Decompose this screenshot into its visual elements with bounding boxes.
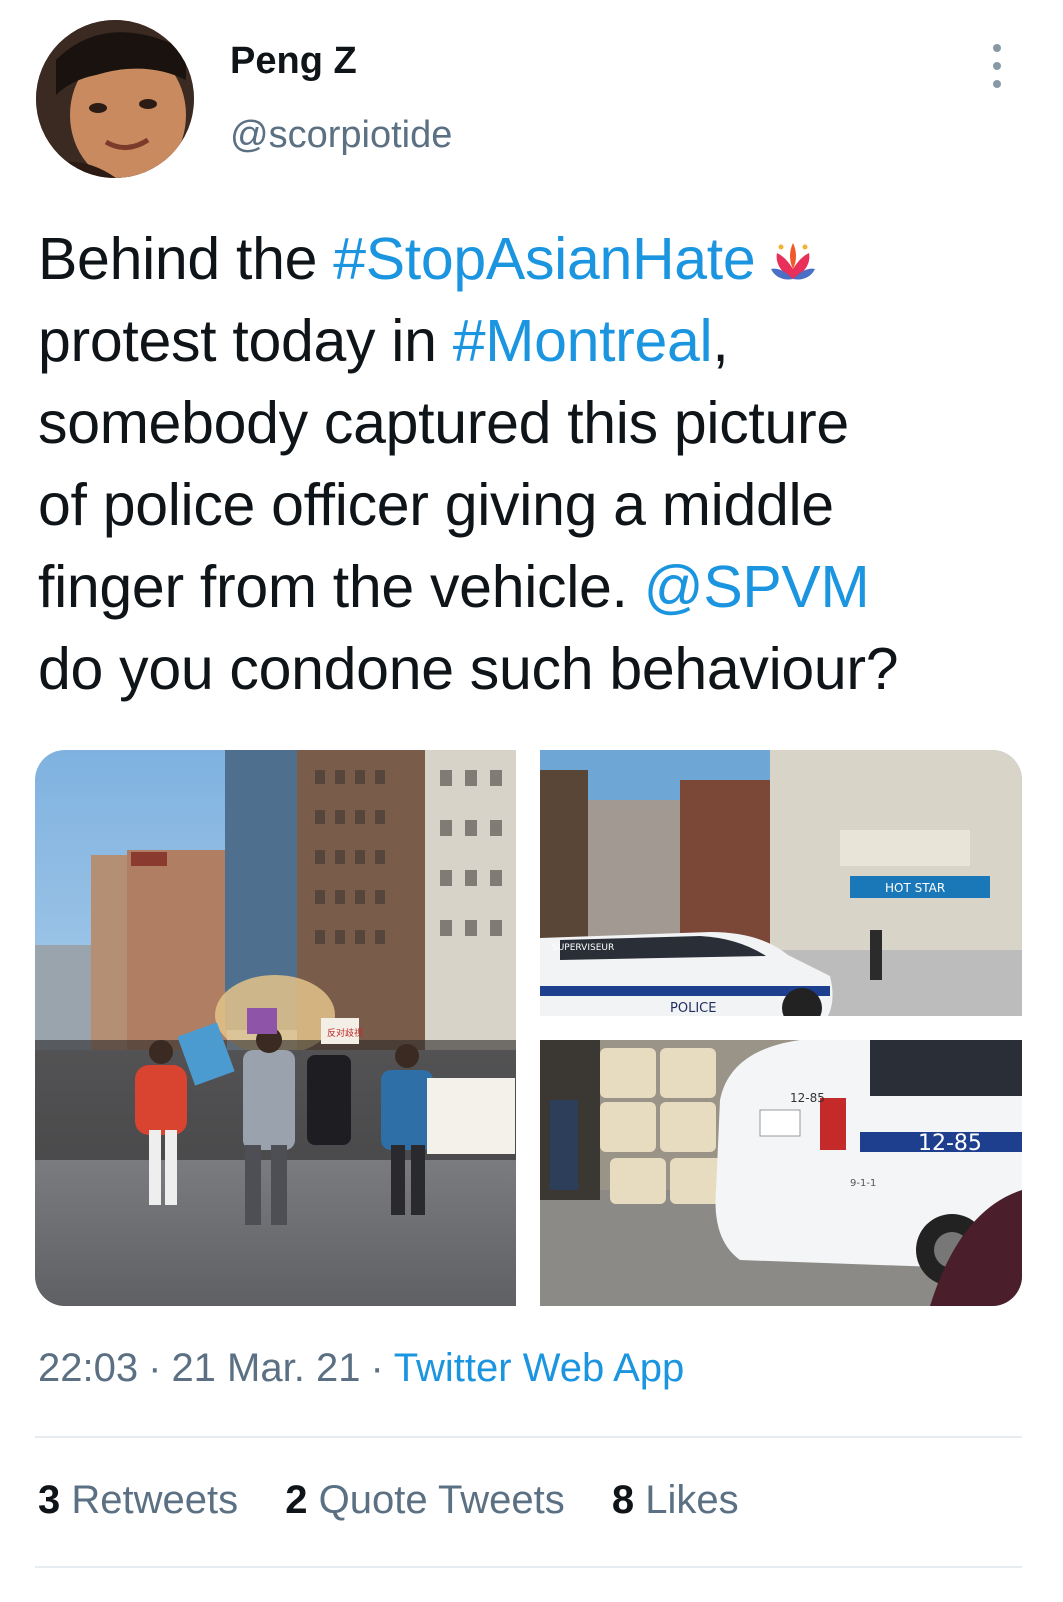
- tweet-text-segment: finger from the vehicle.: [38, 554, 644, 620]
- divider: [35, 1566, 1022, 1568]
- retweets-count: 3: [38, 1478, 61, 1522]
- tweet-source[interactable]: Twitter Web App: [394, 1346, 685, 1390]
- tweet-text-line: protest today in #Montreal,: [38, 300, 1028, 382]
- tweet-text-segment: of police officer giving a middle: [38, 472, 834, 538]
- tweet-text-line: finger from the vehicle. @SPVM: [38, 546, 1028, 628]
- author-name[interactable]: Peng Z: [230, 40, 357, 83]
- car-roof-label: SUPERVISEUR: [552, 943, 614, 953]
- mention-link[interactable]: @SPVM: [644, 554, 870, 620]
- engagement-stats: 3 Retweets 2 Quote Tweets 8 Likes: [38, 1478, 775, 1523]
- tweet-text-line: somebody captured this picture: [38, 382, 1028, 464]
- likes-stat[interactable]: 8 Likes: [612, 1478, 739, 1522]
- tweet-time[interactable]: 22:03: [38, 1346, 138, 1390]
- tweet-text: Behind the #StopAsianHate protest today i…: [38, 218, 1028, 710]
- tweet-card: Peng Z @scorpiotide Behind the #StopAsia…: [0, 0, 1063, 1602]
- media-grid: 反对歧视 HOT STAR SUPERVISEUR POLICE 12-85 1…: [35, 750, 1022, 1306]
- van-label: 9-1-1: [850, 1178, 876, 1189]
- photo-police-van[interactable]: 12-85 12-85 9-1-1: [540, 1040, 1022, 1306]
- avatar-photo: [36, 20, 194, 178]
- divider: [35, 1436, 1022, 1438]
- tweet-text-segment: do you condone such behaviour?: [38, 636, 899, 702]
- tweet-text-segment: protest today in: [38, 308, 453, 374]
- more-dot-icon: [993, 44, 1001, 52]
- tweet-text-segment: Behind the: [38, 226, 334, 292]
- photo-protest-march[interactable]: 反对歧视: [35, 750, 516, 1306]
- meta-separator: ·: [148, 1346, 162, 1390]
- more-options-button[interactable]: [982, 44, 1012, 88]
- likes-count: 8: [611, 1478, 635, 1522]
- more-dot-icon: [993, 80, 1001, 88]
- van-rear-number: 12-85: [790, 1091, 825, 1105]
- protest-march-image: 反对歧视: [35, 750, 516, 1306]
- meta-separator: ·: [370, 1346, 384, 1390]
- police-van-image: 12-85 12-85 9-1-1: [540, 1040, 1022, 1306]
- van-side-number: 12-85: [918, 1131, 982, 1156]
- tweet-text-line: do you condone such behaviour?: [38, 628, 1028, 710]
- author-handle[interactable]: @scorpiotide: [230, 114, 452, 157]
- tweet-text-segment: ,: [712, 308, 729, 374]
- quote-tweets-label: Quote Tweets: [318, 1478, 565, 1522]
- tweet-meta: 22:03 · 21 Mar. 21 · Twitter Web App: [38, 1346, 684, 1391]
- quote-tweets-stat[interactable]: 2 Quote Tweets: [285, 1478, 564, 1522]
- tweet-date[interactable]: 21 Mar. 21: [171, 1346, 360, 1390]
- likes-label: Likes: [645, 1478, 739, 1522]
- photo-police-car-street[interactable]: HOT STAR SUPERVISEUR POLICE: [540, 750, 1022, 1016]
- quote-tweets-count: 2: [285, 1478, 308, 1522]
- hashtag-link[interactable]: #Montreal: [453, 308, 713, 374]
- protest-sign-text: 反对歧视: [327, 1027, 363, 1039]
- storefront-sign: HOT STAR: [885, 881, 945, 895]
- author-avatar[interactable]: [36, 20, 194, 178]
- car-door-text: POLICE: [670, 1001, 716, 1016]
- tweet-text-segment: somebody captured this picture: [38, 390, 849, 456]
- lotus-flower-icon: [771, 243, 816, 280]
- retweets-stat[interactable]: 3 Retweets: [38, 1478, 238, 1522]
- hashtag-link[interactable]: #StopAsianHate: [333, 226, 756, 292]
- tweet-text-line: of police officer giving a middle: [38, 464, 1028, 546]
- retweets-label: Retweets: [71, 1478, 239, 1522]
- more-dot-icon: [993, 62, 1001, 70]
- police-car-street-image: HOT STAR SUPERVISEUR POLICE: [540, 750, 1022, 1016]
- tweet-text-line: Behind the #StopAsianHate: [38, 218, 1028, 300]
